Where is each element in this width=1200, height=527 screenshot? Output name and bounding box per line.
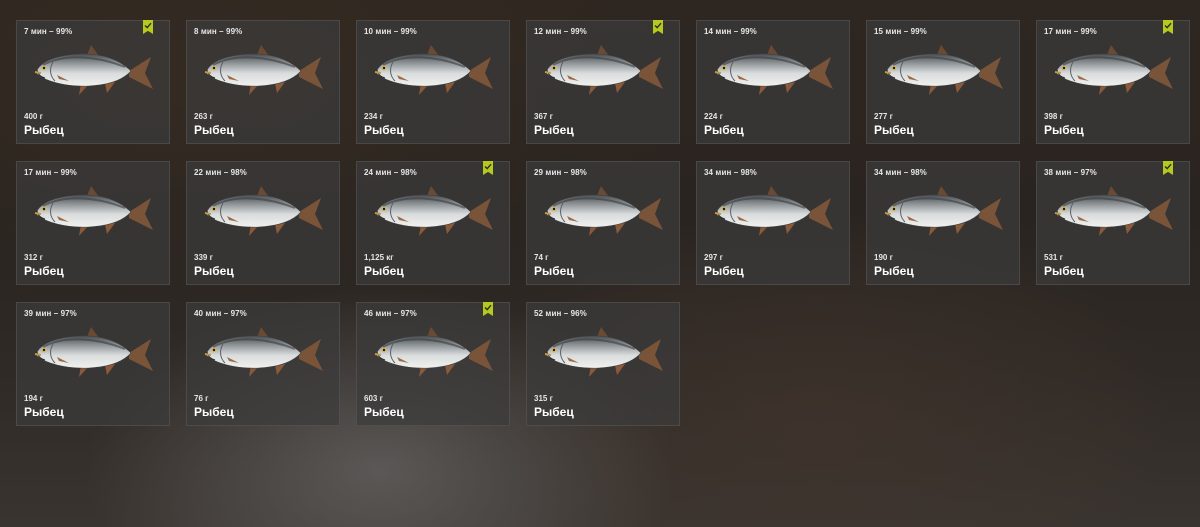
fish-name: Рыбец xyxy=(194,123,234,137)
fish-icon xyxy=(374,327,493,377)
catch-time-quality: 29 мин – 98% xyxy=(534,168,587,177)
fish-name: Рыбец xyxy=(1044,123,1084,137)
fish-name: Рыбец xyxy=(1044,264,1084,278)
catch-weight: 263 г xyxy=(194,112,213,121)
catch-weight: 297 г xyxy=(704,253,723,262)
catch-card[interactable]: 14 мин – 99% 224 г Рыбец xyxy=(696,20,850,144)
catch-card[interactable]: 22 мин – 98% 339 г Рыбец xyxy=(186,161,340,285)
catch-weight: 398 г xyxy=(1044,112,1063,121)
catch-time-quality: 38 мин – 97% xyxy=(1044,168,1097,177)
catch-weight: 76 г xyxy=(194,394,209,403)
catch-card[interactable]: 7 мин – 99% 400 г Рыбец xyxy=(16,20,170,144)
fish-name: Рыбец xyxy=(534,264,574,278)
catch-card[interactable]: 34 мин – 98% 190 г Рыбец xyxy=(866,161,1020,285)
catch-weight: 190 г xyxy=(874,253,893,262)
catch-card[interactable]: 34 мин – 98% 297 г Рыбец xyxy=(696,161,850,285)
catch-weight: 1,125 кг xyxy=(364,253,394,262)
catch-card[interactable]: 24 мин – 98% 1,125 кг Рыбец xyxy=(356,161,510,285)
catch-weight: 194 г xyxy=(24,394,43,403)
fish-name: Рыбец xyxy=(24,264,64,278)
catch-time-quality: 52 мин – 96% xyxy=(534,309,587,318)
fish-icon xyxy=(884,45,1003,95)
fish-name: Рыбец xyxy=(874,123,914,137)
fish-icon xyxy=(1054,45,1173,95)
fish-icon xyxy=(34,186,153,236)
catch-weight: 531 г xyxy=(1044,253,1063,262)
fish-name: Рыбец xyxy=(534,123,574,137)
catch-time-quality: 40 мин – 97% xyxy=(194,309,247,318)
fish-icon xyxy=(204,45,323,95)
catch-time-quality: 10 мин – 99% xyxy=(364,27,417,36)
catch-card[interactable]: 39 мин – 97% 194 г Рыбец xyxy=(16,302,170,426)
catch-card[interactable]: 12 мин – 99% 367 г Рыбец xyxy=(526,20,680,144)
checkmark-bookmark-icon xyxy=(483,161,493,175)
checkmark-bookmark-icon xyxy=(653,20,663,34)
catch-weight: 367 г xyxy=(534,112,553,121)
fish-icon xyxy=(1054,186,1173,236)
fish-name: Рыбец xyxy=(704,264,744,278)
fish-icon xyxy=(374,45,493,95)
catch-time-quality: 17 мин – 99% xyxy=(1044,27,1097,36)
fish-icon xyxy=(714,45,833,95)
catch-time-quality: 34 мин – 98% xyxy=(704,168,757,177)
catch-time-quality: 8 мин – 99% xyxy=(194,27,243,36)
catch-time-quality: 46 мин – 97% xyxy=(364,309,417,318)
catch-card[interactable]: 10 мин – 99% 234 г Рыбец xyxy=(356,20,510,144)
catch-time-quality: 39 мин – 97% xyxy=(24,309,77,318)
fish-icon xyxy=(544,45,663,95)
fish-name: Рыбец xyxy=(364,123,404,137)
fish-name: Рыбец xyxy=(874,264,914,278)
catch-time-quality: 22 мин – 98% xyxy=(194,168,247,177)
catch-card[interactable]: 8 мин – 99% 263 г Рыбец xyxy=(186,20,340,144)
fish-name: Рыбец xyxy=(194,264,234,278)
catch-weight: 315 г xyxy=(534,394,553,403)
fish-name: Рыбец xyxy=(364,405,404,419)
catch-card[interactable]: 17 мин – 99% 312 г Рыбец xyxy=(16,161,170,285)
catch-card[interactable]: 17 мин – 99% 398 г Рыбец xyxy=(1036,20,1190,144)
fish-icon xyxy=(34,45,153,95)
fish-icon xyxy=(34,327,153,377)
catch-time-quality: 7 мин – 99% xyxy=(24,27,73,36)
fish-icon xyxy=(204,186,323,236)
fish-icon xyxy=(204,327,323,377)
catch-card[interactable]: 15 мин – 99% 277 г Рыбец xyxy=(866,20,1020,144)
fish-icon xyxy=(374,186,493,236)
catch-card[interactable]: 40 мин – 97% 76 г Рыбец xyxy=(186,302,340,426)
catch-card[interactable]: 52 мин – 96% 315 г Рыбец xyxy=(526,302,680,426)
catch-time-quality: 24 мин – 98% xyxy=(364,168,417,177)
catch-time-quality: 17 мин – 99% xyxy=(24,168,77,177)
fish-icon xyxy=(714,186,833,236)
checkmark-bookmark-icon xyxy=(143,20,153,34)
catch-card[interactable]: 46 мин – 97% 603 г Рыбец xyxy=(356,302,510,426)
catch-grid: 7 мин – 99% 400 г Рыбец 8 мин – 99% 263 … xyxy=(16,20,1190,426)
fish-name: Рыбец xyxy=(704,123,744,137)
fish-icon xyxy=(544,327,663,377)
fish-icon xyxy=(884,186,1003,236)
catch-card[interactable]: 29 мин – 98% 74 г Рыбец xyxy=(526,161,680,285)
catch-time-quality: 12 мин – 99% xyxy=(534,27,587,36)
catch-weight: 277 г xyxy=(874,112,893,121)
catch-time-quality: 34 мин – 98% xyxy=(874,168,927,177)
catch-weight: 312 г xyxy=(24,253,43,262)
catch-weight: 400 г xyxy=(24,112,43,121)
checkmark-bookmark-icon xyxy=(1163,20,1173,34)
checkmark-bookmark-icon xyxy=(483,302,493,316)
catch-weight: 603 г xyxy=(364,394,383,403)
fish-name: Рыбец xyxy=(364,264,404,278)
fish-name: Рыбец xyxy=(534,405,574,419)
catch-time-quality: 15 мин – 99% xyxy=(874,27,927,36)
fish-name: Рыбец xyxy=(24,123,64,137)
catch-weight: 224 г xyxy=(704,112,723,121)
catch-weight: 234 г xyxy=(364,112,383,121)
checkmark-bookmark-icon xyxy=(1163,161,1173,175)
fish-name: Рыбец xyxy=(24,405,64,419)
fish-name: Рыбец xyxy=(194,405,234,419)
fish-icon xyxy=(544,186,663,236)
catch-weight: 339 г xyxy=(194,253,213,262)
catch-card[interactable]: 38 мин – 97% 531 г Рыбец xyxy=(1036,161,1190,285)
catch-weight: 74 г xyxy=(534,253,549,262)
catch-time-quality: 14 мин – 99% xyxy=(704,27,757,36)
